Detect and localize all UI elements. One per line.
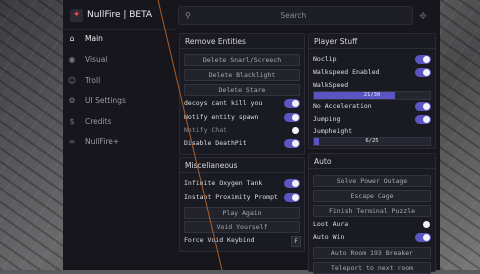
- ghost-icon: ☺: [67, 75, 77, 85]
- decoys-toggle[interactable]: [284, 99, 300, 108]
- logo-icon: ✦: [70, 8, 83, 22]
- sidebar-item-label: Credits: [85, 116, 112, 126]
- noclip-toggle[interactable]: [415, 55, 431, 64]
- auto-win-toggle[interactable]: [415, 233, 431, 242]
- jumpheight-slider[interactable]: 6/25: [313, 137, 431, 146]
- finish-terminal-puzzle-button[interactable]: Finish Terminal Puzzle: [313, 205, 431, 217]
- miscellaneous-panel: Miscellaneous Infinite Oxygen Tank Insta…: [179, 157, 305, 252]
- home-icon: ⌂: [69, 33, 75, 43]
- search-input[interactable]: ⚲ Search: [178, 6, 413, 25]
- auto-panel: Auto Solve Power Outage Escape Cage Fini…: [308, 153, 436, 274]
- dollar-icon: $: [69, 116, 75, 126]
- sidebar-item-label: UI Settings: [85, 95, 126, 105]
- auto-room-193-button[interactable]: Auto Room 193 Breaker: [313, 247, 431, 259]
- slider-value: 21/30: [363, 92, 381, 98]
- toggle-label: Infinite Oxygen Tank: [184, 179, 263, 187]
- notify-chat-toggle[interactable]: [284, 126, 300, 135]
- sidebar-item-label: Visual: [85, 54, 108, 64]
- walkspeed-enabled-toggle[interactable]: [415, 68, 431, 77]
- app-title: NullFire | BETA: [87, 10, 153, 20]
- no-acceleration-toggle[interactable]: [415, 102, 431, 111]
- void-yourself-button[interactable]: Void Yourself: [184, 221, 300, 233]
- link-icon: ∞: [68, 136, 76, 146]
- sidebar-item-label: Main: [85, 33, 103, 43]
- keybind-label: Force Void Keybind: [184, 236, 255, 244]
- move-icon[interactable]: ✥: [416, 8, 430, 22]
- toggle-label: Loot Aura: [313, 220, 349, 228]
- toggle-label: Walkspeed Enabled: [313, 68, 380, 76]
- slider-label: WalkSpeed: [313, 81, 349, 89]
- toggle-label: decoys cant kill you: [184, 99, 263, 107]
- toggle-label: Noclip: [313, 55, 337, 63]
- sidebar-item-visual[interactable]: ◉ Visual: [67, 51, 171, 67]
- slider-value: 6/25: [365, 138, 379, 144]
- toggle-label: Disable DeathPit: [184, 139, 247, 147]
- sidebar-item-credits[interactable]: $ Credits: [67, 113, 171, 129]
- divider: [180, 172, 304, 173]
- escape-cage-button[interactable]: Escape Cage: [313, 190, 431, 202]
- keybind-button[interactable]: F: [291, 236, 301, 247]
- panel-title: Player Stuff: [314, 37, 358, 46]
- divider: [180, 48, 304, 49]
- jumping-toggle[interactable]: [415, 115, 431, 124]
- slider-label: Jumpheight: [313, 127, 353, 135]
- loot-aura-toggle[interactable]: [415, 220, 431, 229]
- play-again-button[interactable]: Play Again: [184, 207, 300, 219]
- toggle-label: Auto Win: [313, 233, 345, 241]
- sidebar-item-troll[interactable]: ☺ Troll: [67, 72, 171, 88]
- walkspeed-slider[interactable]: 21/30: [313, 91, 431, 100]
- panel-title: Remove Entities: [185, 37, 246, 46]
- panel-title: Auto: [314, 157, 332, 166]
- toggle-label: Instant Proximity Prompt: [184, 193, 278, 201]
- sidebar-item-ui-settings[interactable]: ⚙ UI Settings: [67, 92, 171, 108]
- delete-stare-button[interactable]: Delete Stare: [184, 84, 300, 96]
- toggle-label: Jumping: [313, 115, 341, 123]
- player-stuff-panel: Player Stuff Noclip Walkspeed Enabled Wa…: [308, 33, 436, 149]
- divider: [309, 48, 435, 49]
- notify-spawn-toggle[interactable]: [284, 113, 300, 122]
- gear-icon: ⚙: [68, 95, 76, 105]
- sidebar-item-label: NullFire+: [85, 136, 120, 146]
- sidebar-item-label: Troll: [85, 75, 101, 85]
- disable-deathpit-toggle[interactable]: [284, 139, 300, 148]
- eye-icon: ◉: [68, 54, 76, 64]
- toggle-label: No Acceleration: [313, 102, 372, 110]
- teleport-next-room-button[interactable]: Teleport to next room: [313, 262, 431, 274]
- remove-entities-panel: Remove Entities Delete Snarl/Screech Del…: [179, 33, 305, 155]
- divider: [309, 168, 435, 169]
- toggle-label: Notify entity spawn: [184, 113, 259, 121]
- sidebar-item-nullfire-plus[interactable]: ∞ NullFire+: [67, 133, 171, 149]
- sidebar-item-main[interactable]: ⌂ Main: [67, 30, 171, 46]
- delete-blacklight-button[interactable]: Delete Blacklight: [184, 69, 300, 81]
- proximity-toggle[interactable]: [284, 193, 300, 202]
- panel-title: Miscellaneous: [185, 161, 238, 170]
- search-placeholder: Search: [280, 11, 307, 20]
- title-bar: ✦ NullFire | BETA: [70, 6, 152, 24]
- delete-snarl-button[interactable]: Delete Snarl/Screech: [184, 54, 300, 66]
- toggle-label: Notify Chat: [184, 126, 228, 134]
- solve-power-outage-button[interactable]: Solve Power Outage: [313, 175, 431, 187]
- oxygen-toggle[interactable]: [284, 179, 300, 188]
